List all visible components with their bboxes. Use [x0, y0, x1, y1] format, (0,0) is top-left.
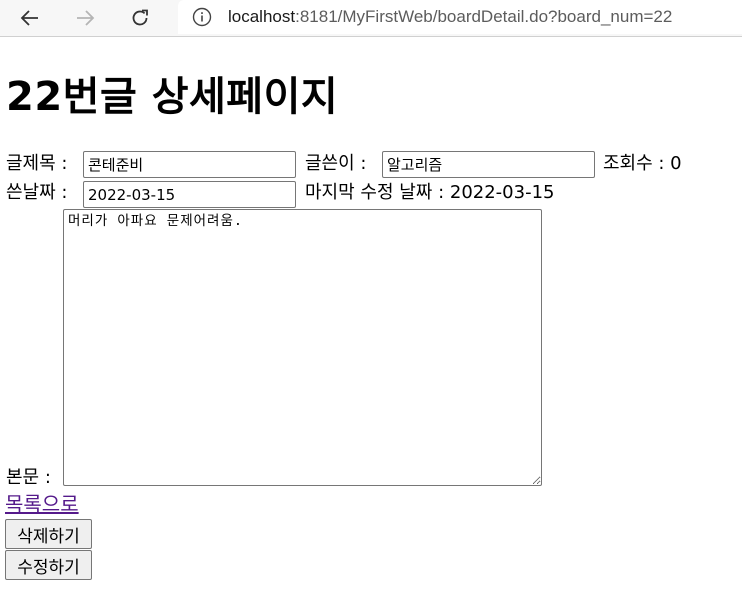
list-link[interactable]: 목록으로 [5, 492, 79, 516]
back-icon[interactable] [15, 3, 45, 33]
date-label: 쓴날짜 : [6, 182, 68, 203]
url-path: :8181/MyFirstWeb/boardDetail.do?board_nu… [295, 7, 673, 26]
subject-label: 글제목 : [6, 153, 68, 174]
subject-input[interactable] [83, 151, 296, 178]
date-input[interactable] [83, 181, 296, 208]
writer-input[interactable] [382, 151, 595, 178]
modified-date: 마지막 수정 날짜 : 2022-03-15 [305, 182, 555, 203]
address-bar[interactable]: localhost:8181/MyFirstWeb/boardDetail.do… [178, 0, 742, 34]
edit-button[interactable]: 수정하기 [5, 550, 92, 580]
page-title: 22번글 상세페이지 [6, 74, 339, 120]
content-label: 본문 : [6, 467, 51, 488]
forward-icon[interactable] [70, 3, 100, 33]
writer-label: 글쓴이 : [305, 153, 367, 174]
content-textarea[interactable]: 머리가 아파요 문제어려움. [63, 209, 542, 486]
views-count: 조회수 : 0 [603, 153, 682, 174]
info-icon[interactable] [192, 7, 212, 27]
delete-button[interactable]: 삭제하기 [5, 519, 92, 549]
reload-icon[interactable] [125, 3, 155, 33]
browser-toolbar: localhost:8181/MyFirstWeb/boardDetail.do… [0, 0, 742, 37]
url-text: localhost:8181/MyFirstWeb/boardDetail.do… [228, 7, 672, 27]
url-host: localhost [228, 7, 296, 26]
